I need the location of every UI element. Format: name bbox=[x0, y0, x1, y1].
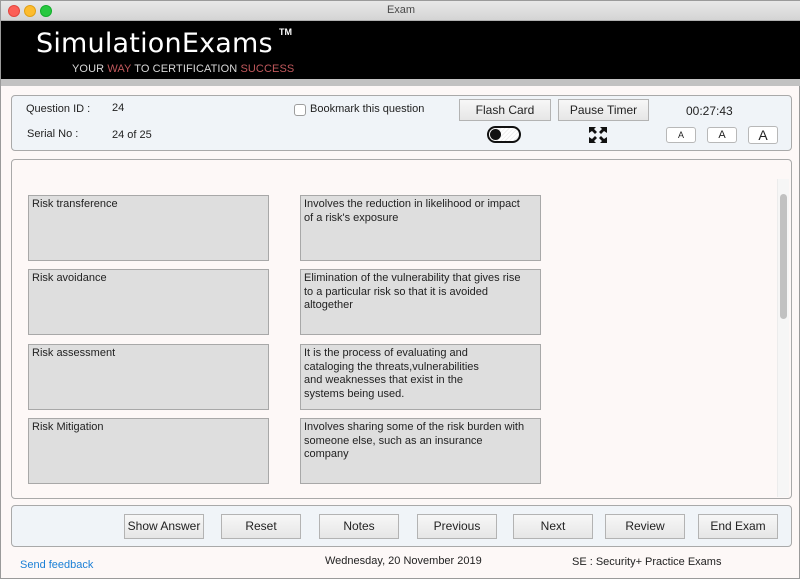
definition-card[interactable]: Involves the reduction in likelihood or … bbox=[300, 195, 541, 261]
reset-button[interactable]: Reset bbox=[221, 514, 301, 539]
trademark-mark: TM bbox=[279, 27, 292, 37]
scrollbar-thumb[interactable] bbox=[780, 194, 787, 319]
font-size-small-button[interactable]: A bbox=[666, 127, 696, 143]
definition-card[interactable]: Elimination of the vulnerability that gi… bbox=[300, 269, 541, 335]
tagline-highlight: SUCCESS bbox=[240, 63, 295, 75]
previous-button[interactable]: Previous bbox=[417, 514, 497, 539]
exam-window: Exam SimulationExams TM YOUR WAY TO CERT… bbox=[0, 0, 800, 579]
current-date: Wednesday, 20 November 2019 bbox=[325, 555, 482, 567]
tagline-highlight: WAY bbox=[107, 63, 132, 75]
brand-tagline: YOUR WAY TO CERTIFICATION SUCCESS bbox=[72, 63, 294, 75]
flash-card-button[interactable]: Flash Card bbox=[459, 99, 551, 121]
flash-card-toggle[interactable] bbox=[487, 126, 521, 143]
definition-card[interactable]: It is the process of evaluating and cata… bbox=[300, 344, 541, 410]
toggle-knob bbox=[490, 129, 501, 140]
bookmark-checkbox[interactable] bbox=[294, 104, 306, 116]
serial-no-label: Serial No : bbox=[27, 128, 79, 140]
term-card[interactable]: Risk Mitigation bbox=[28, 418, 269, 484]
banner-divider bbox=[1, 79, 800, 86]
title-bar: Exam bbox=[1, 1, 800, 21]
serial-no-value: 24 of 25 bbox=[112, 129, 152, 141]
end-exam-button[interactable]: End Exam bbox=[698, 514, 778, 539]
exam-timer: 00:27:43 bbox=[686, 104, 733, 118]
tagline-part: YOUR bbox=[72, 63, 108, 75]
tagline-part: TO CERTIFICATION bbox=[131, 63, 241, 75]
term-card[interactable]: Risk avoidance bbox=[28, 269, 269, 335]
notes-button[interactable]: Notes bbox=[319, 514, 399, 539]
review-button[interactable]: Review bbox=[605, 514, 685, 539]
brand-logo-text: SimulationExams bbox=[36, 28, 273, 59]
term-card[interactable]: Risk assessment bbox=[28, 344, 269, 410]
font-size-large-button[interactable]: A bbox=[748, 126, 778, 144]
definition-card[interactable]: Involves sharing some of the risk burden… bbox=[300, 418, 541, 484]
bookmark-label[interactable]: Bookmark this question bbox=[310, 103, 424, 115]
term-card[interactable]: Risk transference bbox=[28, 195, 269, 261]
font-size-medium-button[interactable]: A bbox=[707, 127, 737, 143]
next-button[interactable]: Next bbox=[513, 514, 593, 539]
fullscreen-expand-icon[interactable] bbox=[588, 126, 608, 144]
question-id-value: 24 bbox=[112, 102, 125, 114]
product-name: SE : Security+ Practice Exams bbox=[572, 556, 722, 568]
send-feedback-link[interactable]: Send feedback bbox=[20, 559, 93, 571]
show-answer-button[interactable]: Show Answer bbox=[124, 514, 204, 539]
window-title: Exam bbox=[386, 4, 416, 16]
pause-timer-button[interactable]: Pause Timer bbox=[558, 99, 649, 121]
question-id-label: Question ID : bbox=[26, 103, 91, 115]
brand-banner: SimulationExams TM YOUR WAY TO CERTIFICA… bbox=[1, 21, 800, 79]
